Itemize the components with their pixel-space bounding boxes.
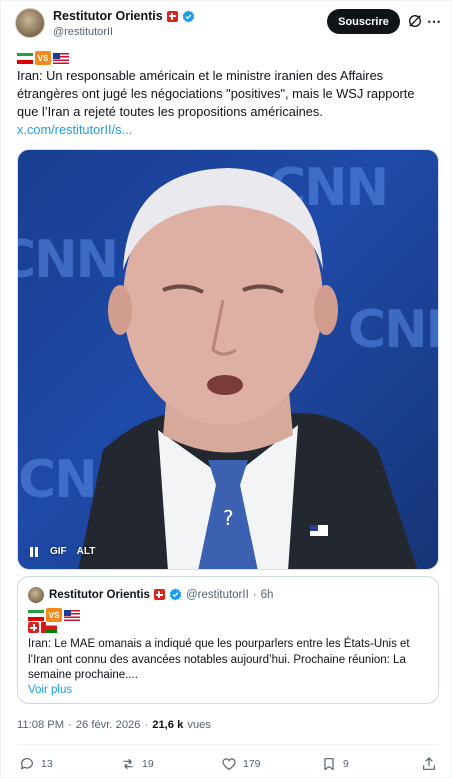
like-count: 179 — [243, 758, 261, 770]
tweet-time[interactable]: 11:08 PM — [17, 719, 64, 731]
show-more-link[interactable]: Voir plus — [28, 684, 72, 696]
author-name[interactable]: Restitutor Orientis — [53, 9, 163, 23]
swiss-flag-icon — [28, 622, 39, 633]
quoted-separator: · — [252, 588, 257, 601]
heart-icon — [222, 758, 236, 771]
quoted-handle: @restitutorII — [185, 588, 249, 601]
oman-flag-icon — [41, 622, 57, 633]
swiss-flag-icon — [166, 10, 178, 22]
verified-badge-icon — [169, 588, 182, 601]
quoted-flags-row-2 — [28, 622, 57, 633]
action-bar: 13 19 179 9 — [1, 756, 452, 776]
pause-icon[interactable] — [30, 546, 40, 557]
share-button[interactable] — [421, 756, 437, 772]
quoted-text: Iran: Le MAE omanais a indiqué que les p… — [28, 638, 410, 681]
avatar[interactable] — [15, 8, 45, 38]
tweet-media-gif[interactable]: CNN CNN CNN CNN — [17, 149, 439, 570]
quoted-avatar — [28, 587, 44, 603]
grok-icon[interactable] — [407, 13, 423, 29]
views-count: 21,6 k — [152, 719, 184, 731]
tweet-date[interactable]: 26 févr. 2026 — [76, 719, 141, 731]
us-flag-icon — [64, 609, 80, 621]
tweet-card: Restitutor Orientis @restitutorII Souscr… — [0, 0, 452, 778]
bookmark-count: 9 — [343, 758, 349, 770]
tweet-link[interactable]: x.com/restitutorII/s... — [17, 122, 132, 137]
quoted-author-name: Restitutor Orientis — [49, 588, 150, 601]
author-handle[interactable]: @restitutorII — [53, 26, 113, 38]
repost-button[interactable]: 19 — [120, 756, 154, 772]
more-options-icon[interactable]: ⋯ — [427, 13, 443, 29]
repost-count: 19 — [142, 758, 154, 770]
vs-badge: VS — [46, 608, 62, 622]
meta-separator: · — [144, 719, 149, 731]
views-label: vues — [187, 719, 211, 731]
reply-icon — [20, 758, 33, 770]
iran-flag-icon — [17, 52, 33, 64]
person-image: ? — [78, 168, 418, 569]
share-icon — [423, 757, 435, 770]
vs-badge: VS — [35, 51, 51, 65]
iran-flag-icon — [28, 609, 44, 621]
swiss-flag-icon — [153, 589, 165, 600]
subscribe-button[interactable]: Souscrire — [327, 9, 400, 34]
reply-button[interactable]: 13 — [19, 756, 53, 772]
media-controls: GIF ALT — [30, 546, 95, 557]
gif-badge: GIF — [50, 546, 67, 557]
repost-icon — [123, 758, 133, 770]
us-flag-icon — [53, 52, 69, 64]
tweet-text: Iran: Un responsable américain et le min… — [17, 68, 415, 119]
quoted-flags-row-1: VS — [28, 608, 80, 622]
like-button[interactable]: 179 — [221, 756, 261, 772]
bookmark-button[interactable]: 9 — [321, 756, 349, 772]
verified-badge-icon — [182, 10, 194, 22]
quoted-time: 6h — [260, 588, 274, 601]
svg-text:?: ? — [223, 506, 234, 530]
alt-badge[interactable]: ALT — [77, 546, 96, 557]
tweet-flags: VS — [17, 51, 69, 65]
tweet-meta: 11:08 PM · 26 févr. 2026 · 21,6 k vues — [17, 719, 211, 731]
quoted-tweet[interactable]: Restitutor Orientis @restitutorII · 6h V… — [17, 576, 439, 704]
divider — [17, 744, 437, 745]
meta-separator: · — [68, 719, 72, 731]
quoted-header: Restitutor Orientis @restitutorII · 6h — [49, 588, 273, 601]
author-name-row: Restitutor Orientis — [53, 9, 195, 23]
bookmark-icon — [324, 758, 334, 771]
reply-count: 13 — [41, 758, 53, 770]
